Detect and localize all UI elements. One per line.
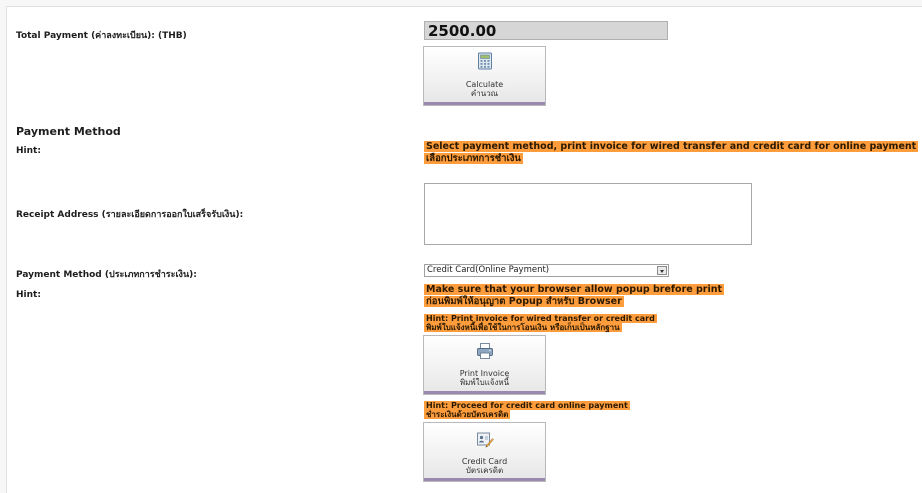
print-invoice-button[interactable]: Print Invoice พิมพ์ใบแจ้งหนี้ xyxy=(423,335,546,395)
calculate-button[interactable]: Calculate คำนวณ xyxy=(423,46,546,106)
payment-method-heading: Payment Method xyxy=(16,125,121,138)
invoice-hint-line2: พิมพ์ใบแจ้งหนี้เพื่อใช้ในการโอนเงิน หรือ… xyxy=(424,323,622,332)
popup-hint-line2: ก่อนพิมพ์ให้อนุญาต Popup สำหรับ Browser xyxy=(424,296,624,307)
payment-method-selected-value: Credit Card(Online Payment) xyxy=(427,265,550,275)
receipt-address-label: Receipt Address (รายละเอียดการออกใบเสร็จ… xyxy=(16,210,244,220)
calculate-label-en: Calculate xyxy=(465,80,504,89)
calculate-label-th: คำนวณ xyxy=(470,89,499,98)
credit-card-icon xyxy=(476,432,494,448)
payment-method-select[interactable]: Credit Card(Online Payment) xyxy=(424,264,669,277)
payment-method-hint-line1: Select payment method, print invoice for… xyxy=(424,141,919,152)
credit-card-label-th: บัตรเครดิต xyxy=(465,466,504,475)
popup-hint-label: Hint: xyxy=(16,290,41,300)
button-accent-bar xyxy=(424,102,545,105)
credit-hint-line1: Hint: Proceed for credit card online pay… xyxy=(424,401,630,410)
hint-label: Hint: xyxy=(16,146,41,156)
printer-icon xyxy=(476,343,493,359)
chevron-down-icon[interactable] xyxy=(657,266,667,275)
credit-hint-line2: ชำระเงินด้วยบัตรเครดิต xyxy=(424,410,511,419)
total-payment-label: Total Payment (ค่าลงทะเบียน): (THB) xyxy=(16,31,187,41)
calculator-icon xyxy=(477,52,492,70)
payment-method-label: Payment Method (ประเภทการชำระเงิน): xyxy=(16,270,197,280)
print-invoice-label-en: Print Invoice xyxy=(459,369,510,378)
credit-card-button[interactable]: Credit Card บัตรเครดิต xyxy=(423,422,546,482)
button-accent-bar xyxy=(424,478,545,481)
print-invoice-label-th: พิมพ์ใบแจ้งหนี้ xyxy=(459,378,510,387)
popup-hint-line1: Make sure that your browser allow popup … xyxy=(424,284,725,295)
invoice-hint-line1: Hint: Print invoice for wired transfer o… xyxy=(424,314,657,323)
payment-method-hint-line2: เลือกประเภทการชำเงิน xyxy=(424,153,523,164)
receipt-address-field[interactable] xyxy=(424,183,752,245)
button-accent-bar xyxy=(424,391,545,394)
total-payment-amount: 2500.00 xyxy=(424,21,668,40)
credit-card-label-en: Credit Card xyxy=(461,457,508,466)
